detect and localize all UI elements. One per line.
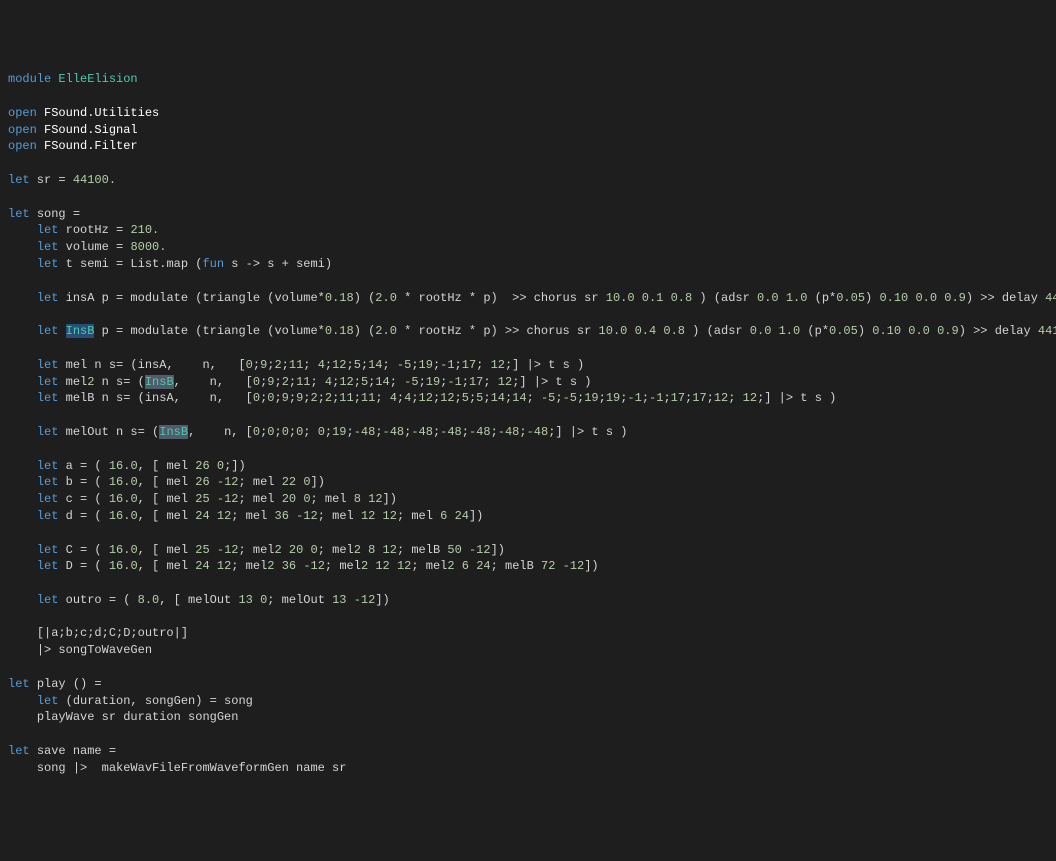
code-line[interactable]: let c = ( 16.0, [ mel 25 -12; mel 20 0; … [8,491,1048,508]
code-line[interactable] [8,155,1048,172]
code-line[interactable]: let insA p = modulate (triangle (volume*… [8,290,1048,307]
code-line[interactable]: module ElleElision [8,71,1048,88]
code-line[interactable]: let InsB p = modulate (triangle (volume*… [8,323,1048,340]
code-line[interactable] [8,575,1048,592]
code-line[interactable] [8,189,1048,206]
code-line[interactable]: let mel2 n s= (InsB, n, [0;9;2;11; 4;12;… [8,374,1048,391]
code-line[interactable]: playWave sr duration songGen [8,709,1048,726]
code-line[interactable] [8,609,1048,626]
code-line[interactable] [8,441,1048,458]
code-line[interactable]: let rootHz = 210. [8,222,1048,239]
code-line[interactable]: let outro = ( 8.0, [ melOut 13 0; melOut… [8,592,1048,609]
code-line[interactable]: let save name = [8,743,1048,760]
code-line[interactable]: let C = ( 16.0, [ mel 25 -12; mel2 20 0;… [8,542,1048,559]
code-line[interactable] [8,88,1048,105]
code-line[interactable]: let mel n s= (insA, n, [0;9;2;11; 4;12;5… [8,357,1048,374]
code-line[interactable]: let volume = 8000. [8,239,1048,256]
code-line[interactable]: open FSound.Utilities [8,105,1048,122]
code-line[interactable]: let sr = 44100. [8,172,1048,189]
code-line[interactable]: let a = ( 16.0, [ mel 26 0;]) [8,458,1048,475]
code-line[interactable] [8,306,1048,323]
code-line[interactable] [8,525,1048,542]
code-line[interactable]: let play () = [8,676,1048,693]
code-line[interactable]: let melOut n s= (InsB, n, [0;0;0;0; 0;19… [8,424,1048,441]
code-line[interactable] [8,659,1048,676]
code-line[interactable]: open FSound.Filter [8,138,1048,155]
code-editor-viewport[interactable]: module ElleElisionopen FSound.Utilitieso… [8,71,1048,776]
code-line[interactable] [8,340,1048,357]
code-line[interactable] [8,273,1048,290]
code-line[interactable]: |> songToWaveGen [8,642,1048,659]
code-line[interactable]: let D = ( 16.0, [ mel 24 12; mel2 36 -12… [8,558,1048,575]
code-line[interactable]: let b = ( 16.0, [ mel 26 -12; mel 22 0]) [8,474,1048,491]
code-line[interactable]: let song = [8,206,1048,223]
code-line[interactable]: [|a;b;c;d;C;D;outro|] [8,625,1048,642]
code-line[interactable]: let melB n s= (insA, n, [0;0;9;9;2;2;11;… [8,390,1048,407]
code-line[interactable]: let t semi = List.map (fun s -> s + semi… [8,256,1048,273]
code-line[interactable] [8,407,1048,424]
code-line[interactable]: let d = ( 16.0, [ mel 24 12; mel 36 -12;… [8,508,1048,525]
code-line[interactable]: let (duration, songGen) = song [8,693,1048,710]
code-line[interactable]: song |> makeWavFileFromWaveformGen name … [8,760,1048,777]
code-line[interactable] [8,726,1048,743]
code-line[interactable]: open FSound.Signal [8,122,1048,139]
